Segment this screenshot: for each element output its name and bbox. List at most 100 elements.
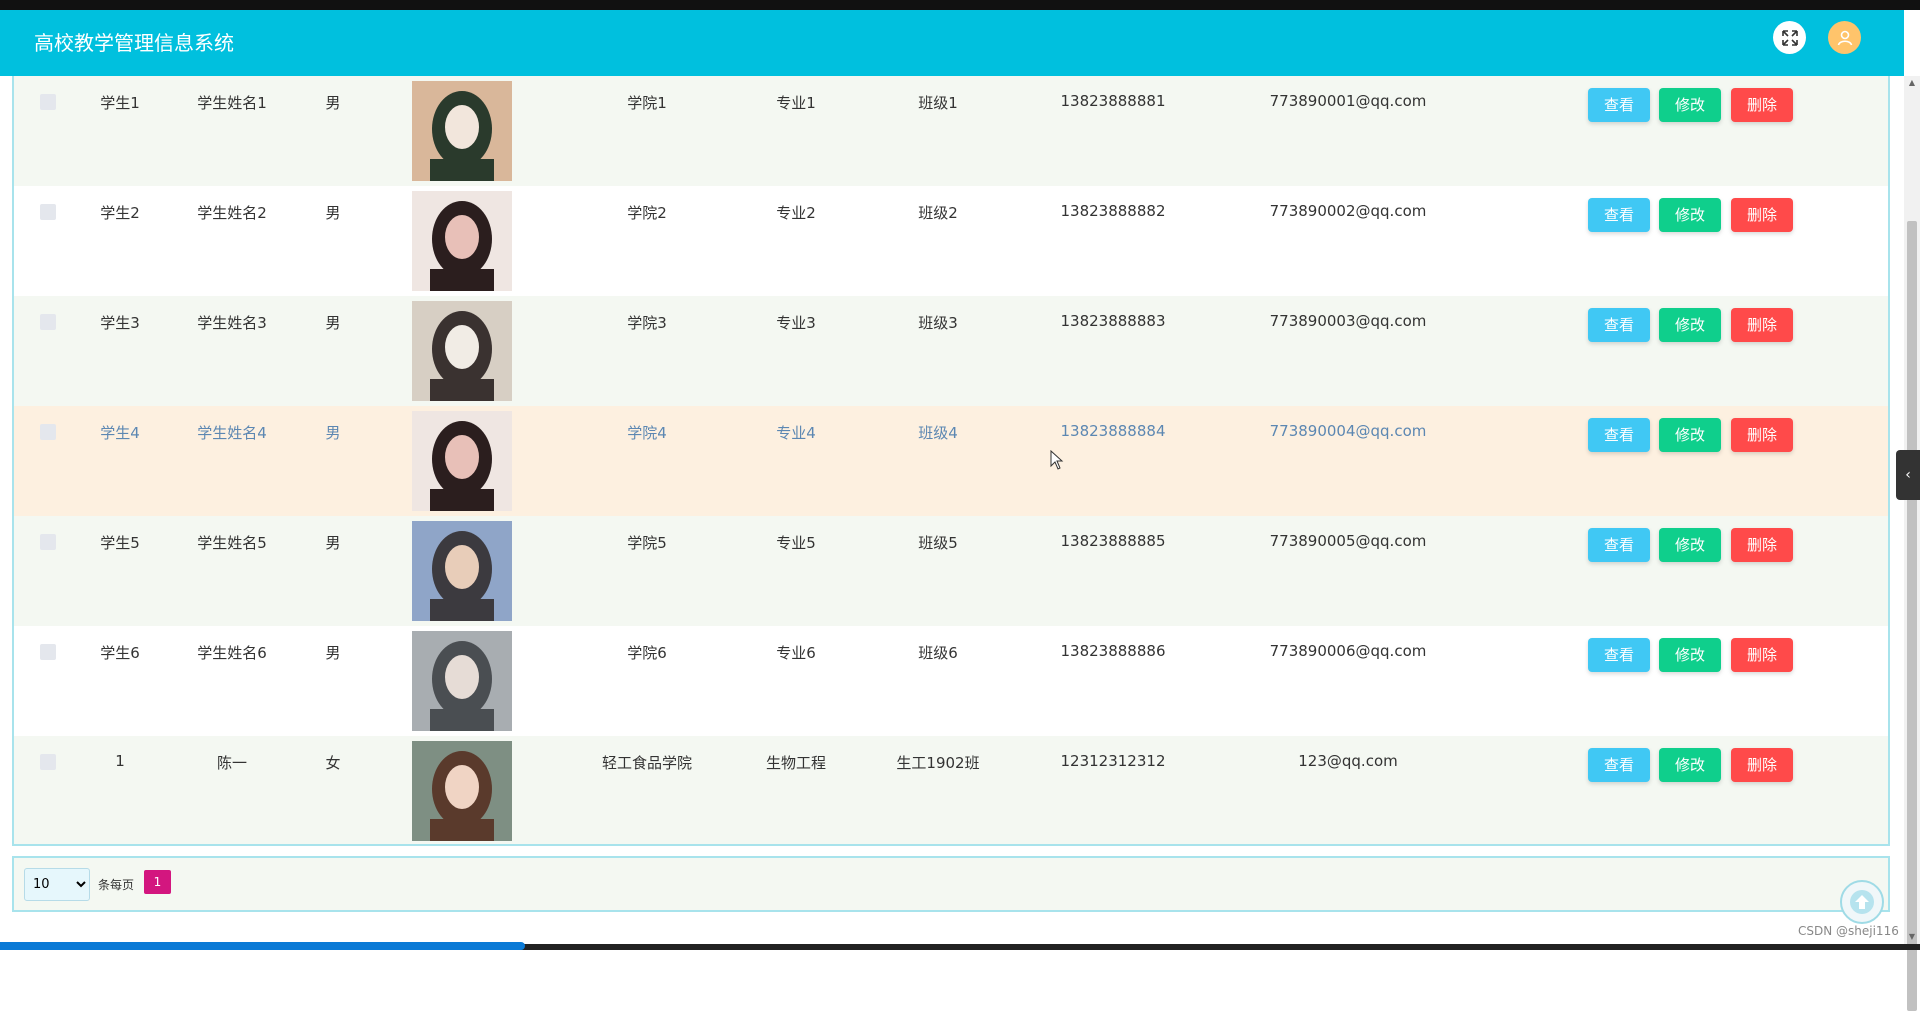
student-photo bbox=[412, 411, 512, 511]
student-photo bbox=[412, 81, 512, 181]
scroll-down-icon[interactable]: ▼ bbox=[1904, 930, 1920, 944]
email-cell: 773890002@qq.com bbox=[1269, 202, 1427, 220]
college-cell: 学院5 bbox=[627, 534, 667, 552]
student-id-cell: 学生4 bbox=[100, 424, 140, 442]
row-checkbox[interactable] bbox=[40, 424, 56, 440]
vertical-scrollbar[interactable]: ▲ ▼ bbox=[1904, 76, 1920, 1011]
email-cell: 123@qq.com bbox=[1298, 752, 1398, 770]
phone-cell: 13823888885 bbox=[1060, 532, 1166, 550]
delete-button[interactable]: 删除 bbox=[1731, 638, 1793, 672]
user-avatar-button[interactable] bbox=[1828, 21, 1861, 54]
table-row[interactable]: 学生3 学生姓名3 男 学院3 专业3 班级3 13823888883 773890003@q… bbox=[14, 296, 1888, 406]
student-photo bbox=[412, 301, 512, 401]
back-to-top-button[interactable] bbox=[1840, 880, 1884, 924]
mouse-cursor-icon bbox=[1050, 450, 1064, 470]
row-checkbox[interactable] bbox=[40, 534, 56, 550]
edit-button[interactable]: 修改 bbox=[1659, 198, 1721, 232]
row-checkbox[interactable] bbox=[40, 94, 56, 110]
view-button[interactable]: 查看 bbox=[1588, 88, 1650, 122]
delete-button[interactable]: 删除 bbox=[1731, 198, 1793, 232]
phone-cell: 13823888881 bbox=[1060, 92, 1166, 110]
edit-button[interactable]: 修改 bbox=[1659, 638, 1721, 672]
college-cell: 学院2 bbox=[627, 204, 667, 222]
college-cell: 轻工食品学院 bbox=[601, 754, 693, 772]
college-cell: 学院4 bbox=[627, 424, 667, 442]
delete-button[interactable]: 删除 bbox=[1731, 418, 1793, 452]
gender-cell: 男 bbox=[325, 644, 341, 662]
row-checkbox[interactable] bbox=[40, 204, 56, 220]
view-button[interactable]: 查看 bbox=[1588, 638, 1650, 672]
student-name-cell: 学生姓名1 bbox=[197, 94, 267, 112]
table-row[interactable]: 学生2 学生姓名2 男 学院2 专业2 班级2 13823888882 773890002@q… bbox=[14, 186, 1888, 296]
page-size-select[interactable]: 10 bbox=[24, 868, 90, 901]
class-cell: 生工1902班 bbox=[896, 754, 980, 772]
student-name-cell: 学生姓名4 bbox=[197, 424, 267, 442]
major-cell: 专业1 bbox=[776, 94, 816, 112]
row-checkbox[interactable] bbox=[40, 644, 56, 660]
table-row[interactable]: 学生4 学生姓名4 男 学院4 专业4 班级4 13823888884 773890004@q… bbox=[14, 406, 1888, 516]
delete-button[interactable]: 删除 bbox=[1731, 308, 1793, 342]
student-id-cell: 1 bbox=[115, 752, 125, 770]
fullscreen-button[interactable] bbox=[1773, 21, 1806, 54]
student-name-cell: 学生姓名2 bbox=[197, 204, 267, 222]
expand-icon bbox=[1781, 29, 1798, 46]
delete-button[interactable]: 删除 bbox=[1731, 88, 1793, 122]
edit-button[interactable]: 修改 bbox=[1659, 418, 1721, 452]
delete-button[interactable]: 删除 bbox=[1731, 528, 1793, 562]
class-cell: 班级6 bbox=[918, 644, 958, 662]
major-cell: 专业2 bbox=[776, 204, 816, 222]
major-cell: 专业3 bbox=[776, 314, 816, 332]
window-top-strip bbox=[0, 0, 1920, 10]
gender-cell: 男 bbox=[325, 424, 341, 442]
edit-button[interactable]: 修改 bbox=[1659, 308, 1721, 342]
gender-cell: 男 bbox=[325, 314, 341, 332]
college-cell: 学院3 bbox=[627, 314, 667, 332]
photo-placeholder-icon bbox=[412, 631, 512, 731]
email-cell: 773890006@qq.com bbox=[1269, 642, 1427, 660]
photo-placeholder-icon bbox=[412, 191, 512, 291]
edit-button[interactable]: 修改 bbox=[1659, 748, 1721, 782]
loading-progress-bar bbox=[0, 942, 525, 950]
student-id-cell: 学生2 bbox=[100, 204, 140, 222]
app-title: 高校教学管理信息系统 bbox=[34, 31, 234, 55]
student-id-cell: 学生3 bbox=[100, 314, 140, 332]
view-button[interactable]: 查看 bbox=[1588, 198, 1650, 232]
student-name-cell: 陈一 bbox=[216, 754, 248, 772]
table-row[interactable]: 学生1 学生姓名1 男 学院1 专业1 班级1 13823888881 773890001@q… bbox=[14, 76, 1888, 186]
side-drawer-toggle[interactable]: ‹ bbox=[1896, 450, 1920, 500]
view-button[interactable]: 查看 bbox=[1588, 748, 1650, 782]
edit-button[interactable]: 修改 bbox=[1659, 88, 1721, 122]
phone-cell: 13823888884 bbox=[1060, 422, 1166, 440]
table-row[interactable]: 1 陈一 女 轻工食品学院 生物工程 生工1902班 12312312312 123@qq.c… bbox=[14, 736, 1888, 844]
student-photo bbox=[412, 741, 512, 841]
edit-button[interactable]: 修改 bbox=[1659, 528, 1721, 562]
view-button[interactable]: 查看 bbox=[1588, 308, 1650, 342]
scroll-up-icon[interactable]: ▲ bbox=[1904, 76, 1920, 90]
view-button[interactable]: 查看 bbox=[1588, 418, 1650, 452]
pagination-bar: 10 条每页 1 bbox=[12, 856, 1890, 912]
major-cell: 专业4 bbox=[776, 424, 816, 442]
gender-cell: 男 bbox=[325, 94, 341, 112]
email-cell: 773890003@qq.com bbox=[1269, 312, 1427, 330]
class-cell: 班级4 bbox=[918, 424, 958, 442]
page-button-current[interactable]: 1 bbox=[144, 870, 171, 894]
table-row[interactable]: 学生5 学生姓名5 男 学院5 专业5 班级5 13823888885 773890005@q… bbox=[14, 516, 1888, 626]
phone-cell: 13823888882 bbox=[1060, 202, 1166, 220]
delete-button[interactable]: 删除 bbox=[1731, 748, 1793, 782]
table-row[interactable]: 学生6 学生姓名6 男 学院6 专业6 班级6 13823888886 773890006@q… bbox=[14, 626, 1888, 736]
photo-placeholder-icon bbox=[412, 411, 512, 511]
class-cell: 班级5 bbox=[918, 534, 958, 552]
gender-cell: 男 bbox=[325, 534, 341, 552]
major-cell: 专业5 bbox=[776, 534, 816, 552]
arrow-up-icon bbox=[1850, 890, 1874, 914]
college-cell: 学院6 bbox=[627, 644, 667, 662]
row-checkbox[interactable] bbox=[40, 314, 56, 330]
row-checkbox[interactable] bbox=[40, 754, 56, 770]
phone-cell: 13823888883 bbox=[1060, 312, 1166, 330]
phone-cell: 13823888886 bbox=[1060, 642, 1166, 660]
view-button[interactable]: 查看 bbox=[1588, 528, 1650, 562]
college-cell: 学院1 bbox=[627, 94, 667, 112]
student-photo bbox=[412, 631, 512, 731]
scrollbar-thumb[interactable] bbox=[1907, 221, 1917, 1011]
student-name-cell: 学生姓名3 bbox=[197, 314, 267, 332]
